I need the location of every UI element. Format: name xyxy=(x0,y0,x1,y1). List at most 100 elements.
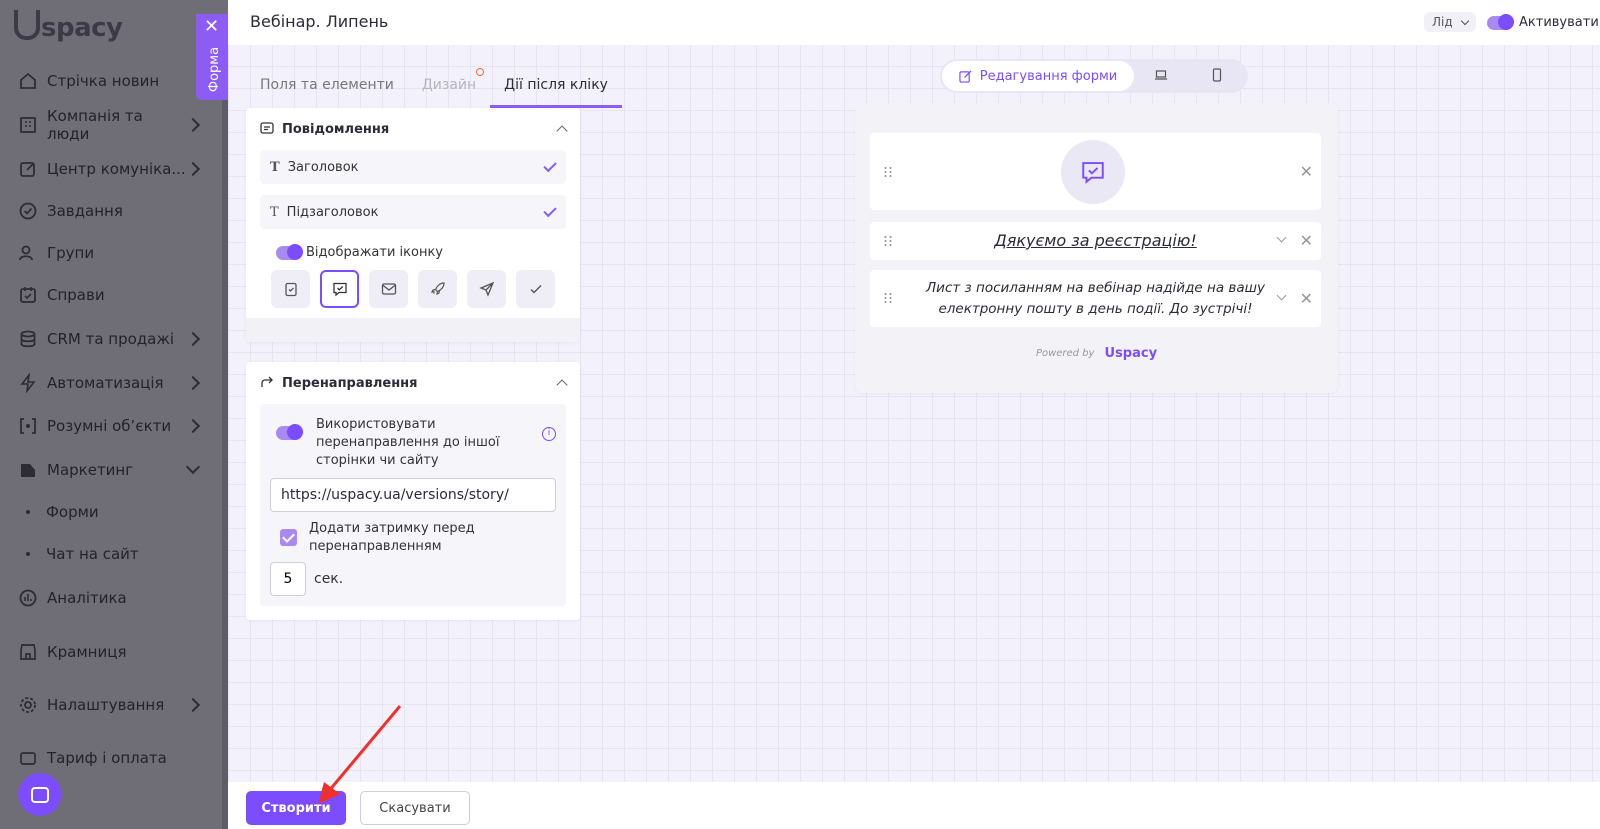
marketing-icon xyxy=(21,464,35,477)
text-icon: T xyxy=(270,159,280,175)
support-chat-button[interactable] xyxy=(18,773,61,816)
page-title: Вебінар. Липень xyxy=(250,12,389,31)
chevron-down-icon xyxy=(185,459,201,475)
icon-option-rocket[interactable] xyxy=(418,270,457,308)
sidebar-item-smart-objects[interactable]: Розумні об’єкти xyxy=(18,413,201,439)
sidebar-item-settings[interactable]: Налаштування xyxy=(18,692,201,718)
redirect-arrow-icon xyxy=(261,376,273,387)
message-icon xyxy=(260,122,274,134)
sidebar-item-communication[interactable]: Центр комуніка... xyxy=(18,156,201,182)
sidebar-item-tasks[interactable]: Завдання xyxy=(18,198,198,224)
sidebar-item-analytics[interactable]: Аналітика xyxy=(18,585,198,611)
field-subtitle[interactable]: T Підзаголовок xyxy=(260,195,566,229)
sidebar-item-affairs[interactable]: Справи xyxy=(18,282,198,308)
redirect-url-input[interactable] xyxy=(270,478,556,512)
card-footer xyxy=(246,318,580,342)
delay-row[interactable]: Додати затримку перед перенаправленням xyxy=(280,520,556,556)
sidebar-item-label: Автоматизація xyxy=(47,374,164,392)
check-icon xyxy=(530,285,541,294)
sidebar-item-tariff[interactable]: Тариф і оплата xyxy=(18,745,198,771)
laptop-icon[interactable] xyxy=(1154,68,1168,82)
tab-fields[interactable]: Поля та елементи xyxy=(246,70,408,108)
close-icon[interactable]: ✕ xyxy=(1300,291,1313,307)
toggle-switch[interactable] xyxy=(276,243,303,260)
show-icon-toggle-row[interactable]: Відображати іконку xyxy=(276,243,580,260)
text-icon: T xyxy=(270,204,279,220)
wallet-icon xyxy=(20,752,36,765)
redirect-card-header[interactable]: Перенаправлення xyxy=(246,362,580,404)
use-redirect-row[interactable]: Використовувати перенаправлення до іншої… xyxy=(270,416,556,470)
sidebar-subitem-site-chat[interactable]: Чат на сайт xyxy=(26,545,139,563)
message-card-header[interactable]: Повідомлення xyxy=(246,108,580,150)
create-button[interactable]: Створити xyxy=(246,791,346,825)
chat-check-icon xyxy=(332,282,347,297)
chevron-up-icon[interactable] xyxy=(556,125,568,137)
sidebar-item-news[interactable]: Стрічка новин xyxy=(18,68,198,94)
drag-handle-icon[interactable] xyxy=(883,292,893,304)
sidebar-item-label: Центр комуніка... xyxy=(47,160,186,178)
check-circle-icon xyxy=(19,202,37,220)
bullet-icon xyxy=(26,552,30,556)
preview-title-block[interactable]: Дякуємо за реєстрацію! ✕ xyxy=(870,222,1321,260)
database-icon xyxy=(20,330,36,348)
tab-after-click[interactable]: Дії після кліку xyxy=(490,70,622,108)
cancel-button[interactable]: Скасувати xyxy=(360,791,470,825)
chevron-right-icon xyxy=(185,375,201,391)
sidebar-item-label: Стрічка новин xyxy=(47,72,160,90)
gear-icon xyxy=(20,697,36,713)
preview-subtitle-block[interactable]: Лист з посиланням на вебінар надійде на … xyxy=(870,270,1321,327)
delay-seconds-input[interactable] xyxy=(270,562,306,596)
sidebar-item-label: Аналітика xyxy=(47,589,127,607)
home-icon xyxy=(20,72,36,89)
view-mode-switch: Редагування форми xyxy=(940,59,1248,93)
toggle-switch[interactable] xyxy=(1487,13,1514,30)
drag-handle-icon[interactable] xyxy=(883,166,893,178)
form-preview: ✕ Дякуємо за реєстрацію! ✕ Лист з посила… xyxy=(855,103,1338,393)
sidebar-item-label: Тариф і оплата xyxy=(47,749,167,767)
sidebar-item-crm[interactable]: CRM та продажі xyxy=(18,326,201,352)
icon-picker xyxy=(271,270,580,308)
delay-checkbox[interactable] xyxy=(280,529,297,546)
chevron-up-icon[interactable] xyxy=(556,379,568,391)
info-icon[interactable]: i xyxy=(542,427,556,441)
icon-option-clipboard[interactable] xyxy=(271,270,310,308)
preview-icon-block[interactable]: ✕ xyxy=(870,133,1321,210)
sidebar-item-label: Крамниця xyxy=(47,643,127,661)
sidebar-item-company[interactable]: Компанія та люди xyxy=(18,107,201,143)
icon-option-mail-check[interactable] xyxy=(369,270,408,308)
check-icon[interactable] xyxy=(543,203,557,217)
editor-tabs: Поля та елементи Дизайн Дії після кліку xyxy=(246,68,622,108)
sidebar-item-marketing[interactable]: Маркетинг xyxy=(18,457,201,483)
sidebar-item-automation[interactable]: Автоматизація xyxy=(18,370,201,396)
entity-select[interactable]: Лід xyxy=(1424,12,1476,32)
close-icon[interactable]: ✕ xyxy=(204,18,219,36)
mail-check-icon xyxy=(381,283,396,295)
field-title[interactable]: T Заголовок xyxy=(260,150,566,184)
chevron-right-icon xyxy=(186,117,201,133)
form-panel-tab[interactable]: ✕ Форма xyxy=(196,14,228,100)
check-icon[interactable] xyxy=(543,158,557,172)
send-icon xyxy=(478,281,494,297)
toggle-switch[interactable] xyxy=(276,424,303,440)
edit-mode-button[interactable]: Редагування форми xyxy=(942,61,1134,91)
sidebar: spacy Стрічка новин Компанія та люди Цен… xyxy=(0,0,228,829)
clipboard-check-icon xyxy=(284,282,297,297)
chevron-right-icon xyxy=(185,331,201,347)
sidebar-item-label: Маркетинг xyxy=(47,461,134,479)
tab-design[interactable]: Дизайн xyxy=(408,68,490,108)
close-icon[interactable]: ✕ xyxy=(1300,164,1313,180)
icon-option-check[interactable] xyxy=(516,270,555,308)
close-icon[interactable]: ✕ xyxy=(1300,233,1313,249)
mobile-icon[interactable] xyxy=(1210,68,1224,82)
icon-option-send[interactable] xyxy=(467,270,506,308)
icon-option-chat-check[interactable] xyxy=(320,270,359,308)
activate-toggle[interactable]: Активувати xyxy=(1487,13,1599,30)
edit-icon xyxy=(959,70,972,83)
sidebar-item-groups[interactable]: Групи xyxy=(18,240,198,266)
sidebar-item-store[interactable]: Крамниця xyxy=(18,639,198,665)
chat-icon xyxy=(30,786,49,803)
sidebar-subitem-forms[interactable]: Форми xyxy=(26,503,99,521)
sidebar-item-label: CRM та продажі xyxy=(47,330,175,348)
preview-letter-text: Лист з посиланням на вебінар надійде на … xyxy=(926,280,1265,317)
sidebar-item-label: Компанія та люди xyxy=(47,107,143,143)
